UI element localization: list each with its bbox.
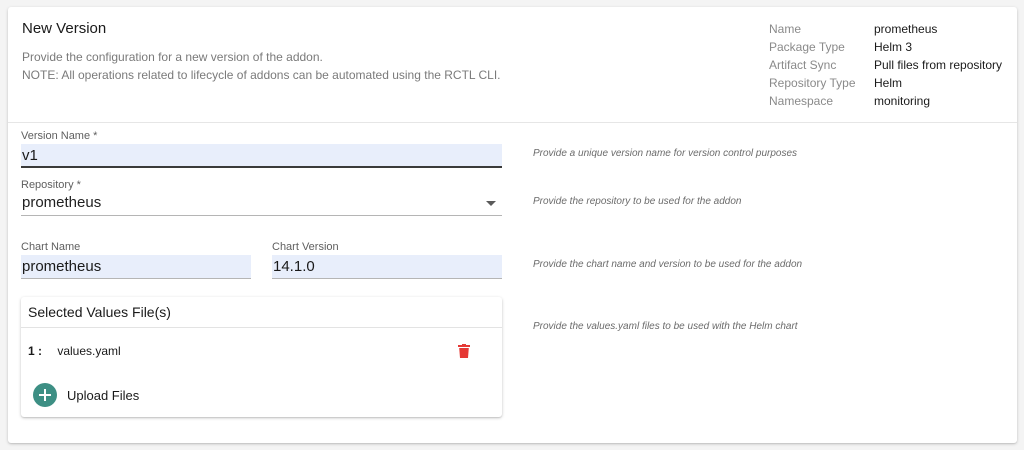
version-name-input[interactable]: v1	[21, 144, 502, 168]
description-note: NOTE: All operations related to lifecycl…	[22, 68, 501, 82]
meta-label: Repository Type	[769, 76, 856, 90]
new-version-card: New Version Provide the configuration fo…	[8, 7, 1017, 443]
page-title: New Version	[22, 20, 107, 37]
list-item: 1 : values.yaml	[28, 344, 121, 358]
description-line: Provide the configuration for a new vers…	[22, 50, 323, 64]
chart-name-input[interactable]: prometheus	[21, 255, 251, 279]
meta-row-repository-type: Repository Type Helm	[769, 74, 1002, 92]
upload-files-label: Upload Files	[67, 387, 140, 403]
repository-value: prometheus	[22, 194, 102, 211]
meta-value: Helm	[874, 76, 903, 90]
meta-value: Helm 3	[874, 40, 913, 54]
repository-hint: Provide the repository to be used for th…	[533, 196, 742, 207]
chart-version-input[interactable]: 14.1.0	[272, 255, 502, 279]
file-index: 1 :	[28, 344, 43, 358]
meta-label: Package Type	[769, 40, 845, 54]
chart-name-label: Chart Name	[21, 241, 81, 253]
upload-files-button[interactable]: Upload Files	[33, 383, 139, 407]
meta-row-namespace: Namespace monitoring	[769, 92, 1002, 110]
chart-version-label: Chart Version	[272, 241, 339, 253]
card-header: New Version Provide the configuration fo…	[8, 7, 1017, 123]
meta-value: monitoring	[874, 94, 931, 108]
meta-row-name: Name prometheus	[769, 20, 1002, 38]
chart-hint: Provide the chart name and version to be…	[533, 259, 803, 270]
plus-circle-icon	[33, 383, 57, 407]
meta-row-package-type: Package Type Helm 3	[769, 38, 1002, 56]
meta-label: Artifact Sync	[769, 58, 837, 72]
meta-label: Name	[769, 22, 802, 36]
values-hint: Provide the values.yaml files to be used…	[533, 321, 798, 332]
values-files-title: Selected Values File(s)	[21, 297, 502, 328]
trash-icon[interactable]	[458, 344, 470, 358]
version-name-label: Version Name *	[21, 130, 98, 142]
page-description: Provide the configuration for a new vers…	[22, 48, 500, 84]
repository-select[interactable]: prometheus	[21, 192, 502, 216]
repository-label: Repository *	[21, 179, 81, 191]
meta-value: prometheus	[874, 22, 938, 36]
meta-label: Namespace	[769, 94, 834, 108]
caret-down-icon	[486, 201, 496, 206]
addon-meta: Name prometheus Package Type Helm 3 Arti…	[769, 20, 1002, 110]
meta-value: Pull files from repository	[874, 58, 1003, 72]
version-name-hint: Provide a unique version name for versio…	[533, 148, 798, 159]
meta-row-artifact-sync: Artifact Sync Pull files from repository	[769, 56, 1002, 74]
file-name: values.yaml	[57, 344, 121, 358]
values-files-panel: Selected Values File(s) 1 : values.yaml …	[21, 297, 502, 417]
